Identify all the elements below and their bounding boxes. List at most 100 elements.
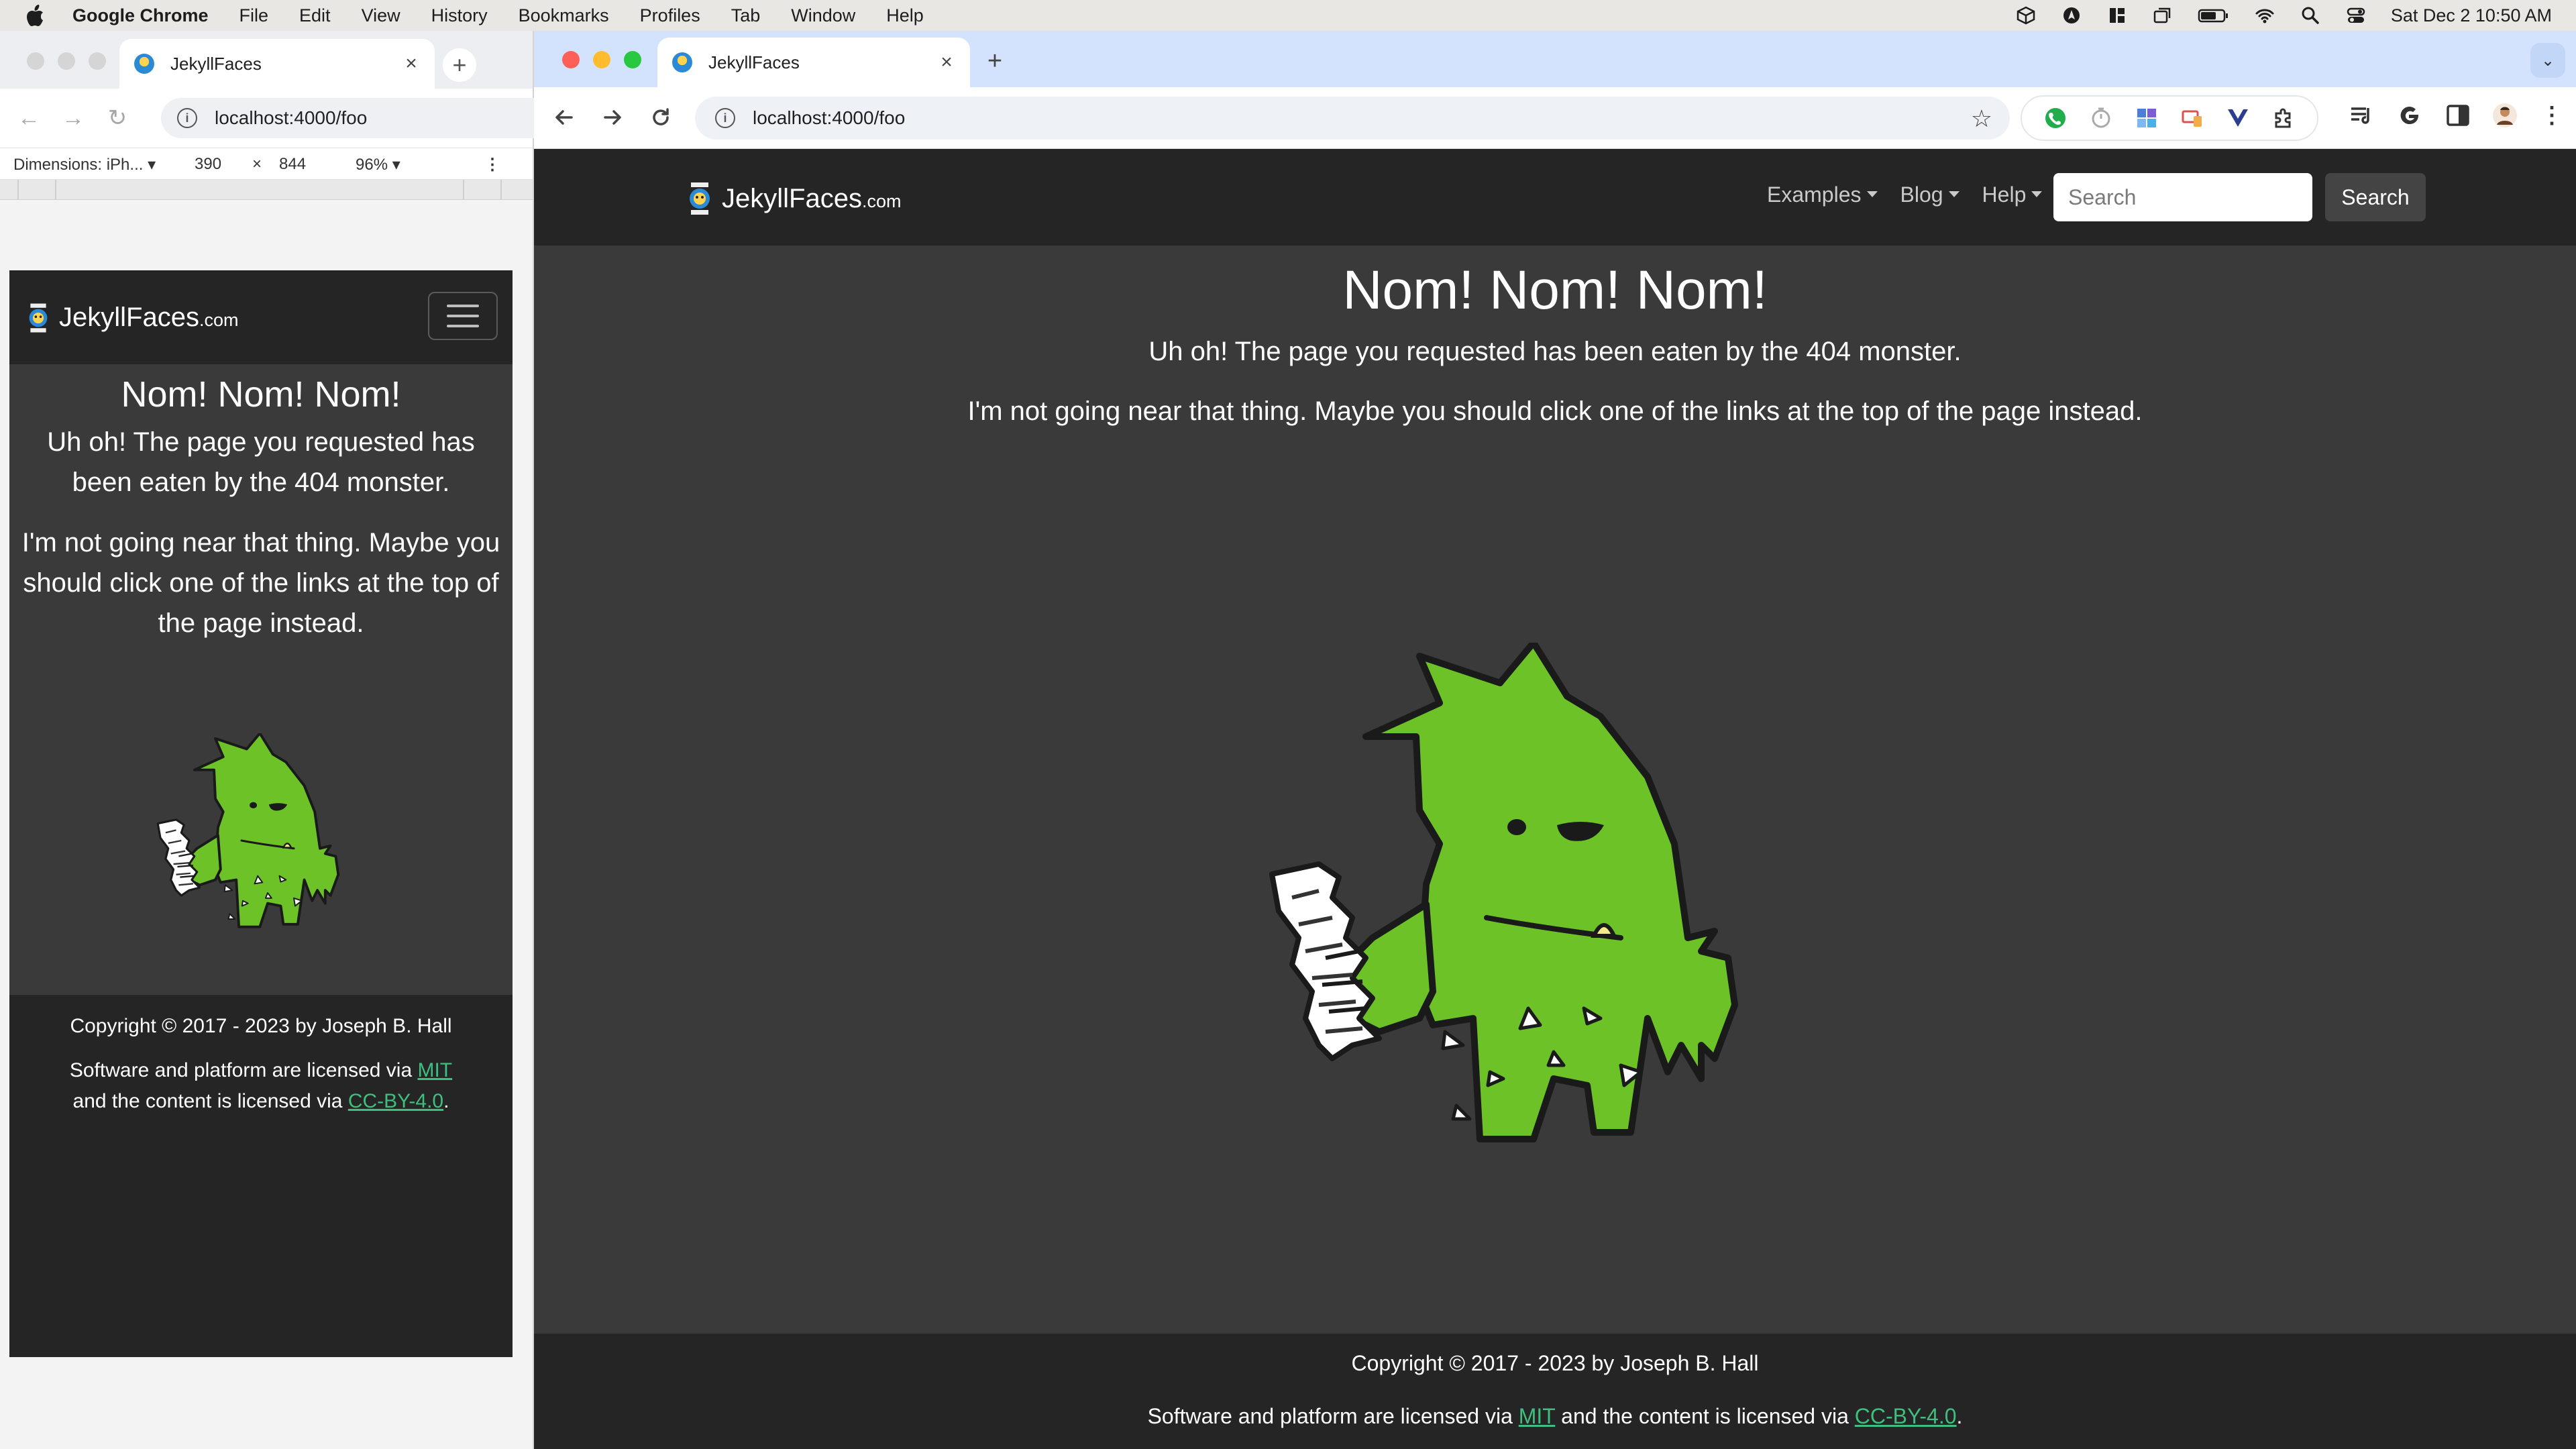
- mobile-message-2: I'm not going near that thing. Maybe you…: [21, 528, 500, 638]
- menu-profiles[interactable]: Profiles: [640, 5, 700, 26]
- reload-icon[interactable]: [645, 102, 676, 133]
- profile-avatar[interactable]: [2491, 102, 2518, 129]
- main-content: Nom! Nom! Nom! Uh oh! The page you reque…: [534, 259, 2576, 427]
- control-center-icon[interactable]: [2345, 5, 2367, 25]
- mit-license-link[interactable]: MIT: [417, 1059, 452, 1081]
- nav-blog-dropdown[interactable]: Blog: [1900, 182, 1960, 207]
- menu-tab[interactable]: Tab: [731, 5, 761, 26]
- puzzle-extensions-icon[interactable]: [2272, 107, 2295, 129]
- copyright-text: Copyright © 2017 - 2023 by Joseph B. Hal…: [1351, 1351, 1759, 1375]
- front-tab-strip: JekyllFaces × + ⌄: [534, 31, 2576, 87]
- jekyllfaces-favicon-icon: [672, 52, 692, 72]
- mobile-brand-link[interactable]: JekyllFaces .com: [27, 303, 238, 333]
- tab-search-chevron-icon[interactable]: ⌄: [2530, 43, 2565, 78]
- front-url-text: localhost:4000/foo: [753, 107, 906, 128]
- search-input[interactable]: [2053, 173, 2312, 221]
- new-tab-button[interactable]: +: [977, 43, 1013, 79]
- device-zoom-select[interactable]: 96% ▾: [356, 155, 400, 174]
- 404-monster-illustration: [1218, 643, 1889, 1193]
- close-window-button[interactable]: [27, 52, 44, 70]
- nav-examples-dropdown[interactable]: Examples: [1767, 182, 1878, 207]
- minimize-window-button[interactable]: [58, 52, 75, 70]
- 404-monster-illustration: [156, 733, 340, 928]
- compass-icon[interactable]: [2061, 5, 2082, 25]
- device-media-query-ruler: [0, 180, 533, 200]
- page-viewport: JekyllFaces .com Examples Blog Help Searc…: [534, 149, 2576, 1449]
- menu-app-name[interactable]: Google Chrome: [72, 5, 209, 26]
- site-info-icon[interactable]: i: [177, 108, 197, 128]
- cc-by-license-link[interactable]: CC-BY-4.0: [1855, 1404, 1957, 1428]
- close-tab-icon[interactable]: ×: [938, 51, 955, 74]
- menu-edit[interactable]: Edit: [299, 5, 331, 26]
- cc-by-license-link[interactable]: CC-BY-4.0: [348, 1090, 443, 1112]
- brand-link[interactable]: JekyllFaces .com: [687, 182, 901, 215]
- site-footer: Copyright © 2017 - 2023 by Joseph B. Hal…: [534, 1334, 2576, 1449]
- forward-arrow-icon[interactable]: [597, 102, 628, 133]
- color-grid-extension-icon[interactable]: [2135, 107, 2158, 129]
- reading-list-icon[interactable]: [2348, 102, 2375, 129]
- mobile-main-content: Nom! Nom! Nom! Uh oh! The page you reque…: [9, 374, 513, 643]
- chrome-menu-icon[interactable]: ⋮: [2538, 102, 2565, 129]
- menu-window[interactable]: Window: [791, 5, 855, 26]
- page-title: Nom! Nom! Nom!: [1342, 260, 1768, 321]
- wifi-icon[interactable]: [2254, 5, 2275, 25]
- mobile-brand-name: JekyllFaces: [59, 303, 199, 332]
- grid-icon[interactable]: [2106, 5, 2128, 25]
- back-address-bar[interactable]: i localhost:4000/foo: [161, 98, 537, 138]
- menubar-clock[interactable]: Sat Dec 2 10:50 AM: [2391, 5, 2552, 26]
- mobile-footer: Copyright © 2017 - 2023 by Joseph B. Hal…: [9, 995, 513, 1357]
- apple-icon[interactable]: [27, 5, 44, 26]
- hamburger-menu-icon[interactable]: [428, 292, 498, 340]
- phone-extension-icon[interactable]: [2044, 107, 2067, 129]
- caret-down-icon: [1866, 191, 1878, 198]
- reload-icon[interactable]: ↻: [102, 103, 133, 133]
- menu-view[interactable]: View: [362, 5, 400, 26]
- windows-icon[interactable]: [2152, 5, 2174, 25]
- back-arrow-icon[interactable]: ←: [13, 103, 44, 133]
- close-tab-icon[interactable]: ×: [402, 52, 420, 75]
- back-tab-strip: JekyllFaces × +: [0, 31, 533, 89]
- spotlight-search-icon[interactable]: [2300, 5, 2321, 25]
- menu-bar: Google Chrome File Edit View History Boo…: [0, 0, 2576, 31]
- jekyllfaces-logo-icon: [690, 182, 710, 215]
- zoom-window-button[interactable]: [89, 52, 106, 70]
- timer-extension-icon[interactable]: [2090, 107, 2112, 129]
- search-button[interactable]: Search: [2325, 173, 2426, 221]
- mobile-license-text: Software and platform are licensed via M…: [69, 1059, 453, 1112]
- vue-devtools-extension-icon[interactable]: [2226, 107, 2249, 129]
- window-controls: [562, 51, 641, 68]
- front-tab-title: JekyllFaces: [708, 52, 800, 72]
- mobile-brand-suffix: .com: [199, 310, 239, 330]
- zoom-window-button[interactable]: [624, 51, 641, 68]
- device-toolbar: Dimensions: iPh... ▾ 390 × 844 96% ▾ ⋮: [0, 148, 533, 180]
- forward-arrow-icon[interactable]: →: [58, 103, 89, 133]
- menu-bookmarks[interactable]: Bookmarks: [519, 5, 609, 26]
- front-toolbar: i localhost:4000/foo ☆ ⋮: [534, 87, 2576, 149]
- back-tab[interactable]: JekyllFaces ×: [119, 39, 435, 89]
- device-dimensions-select[interactable]: Dimensions: iPh... ▾: [13, 155, 156, 174]
- bookmark-star-icon[interactable]: ☆: [1971, 105, 1992, 133]
- nav-help-dropdown[interactable]: Help: [1982, 182, 2043, 207]
- package-icon[interactable]: [2015, 5, 2037, 25]
- battery-icon[interactable]: [2198, 5, 2230, 25]
- nav-links: Examples Blog Help: [1767, 182, 2043, 207]
- device-width-input[interactable]: 390: [195, 155, 221, 174]
- brand-suffix: .com: [861, 191, 902, 211]
- front-browser-window: JekyllFaces × + ⌄ i localhost:4000/foo ☆…: [534, 31, 2576, 1449]
- back-arrow-icon[interactable]: [549, 102, 580, 133]
- front-address-bar[interactable]: i localhost:4000/foo ☆: [695, 97, 2010, 140]
- mit-license-link[interactable]: MIT: [1519, 1404, 1556, 1428]
- responsive-extension-icon[interactable]: [2181, 107, 2204, 129]
- device-more-options-icon[interactable]: ⋮: [484, 155, 500, 174]
- minimize-window-button[interactable]: [593, 51, 610, 68]
- close-window-button[interactable]: [562, 51, 580, 68]
- google-g-icon[interactable]: [2396, 102, 2423, 129]
- menu-file[interactable]: File: [239, 5, 269, 26]
- device-height-input[interactable]: 844: [279, 155, 306, 174]
- side-panel-icon[interactable]: [2445, 102, 2471, 129]
- site-info-icon[interactable]: i: [715, 108, 735, 128]
- front-tab[interactable]: JekyllFaces ×: [657, 38, 970, 87]
- menu-history[interactable]: History: [431, 5, 488, 26]
- new-tab-button[interactable]: +: [443, 48, 476, 82]
- menu-help[interactable]: Help: [886, 5, 924, 26]
